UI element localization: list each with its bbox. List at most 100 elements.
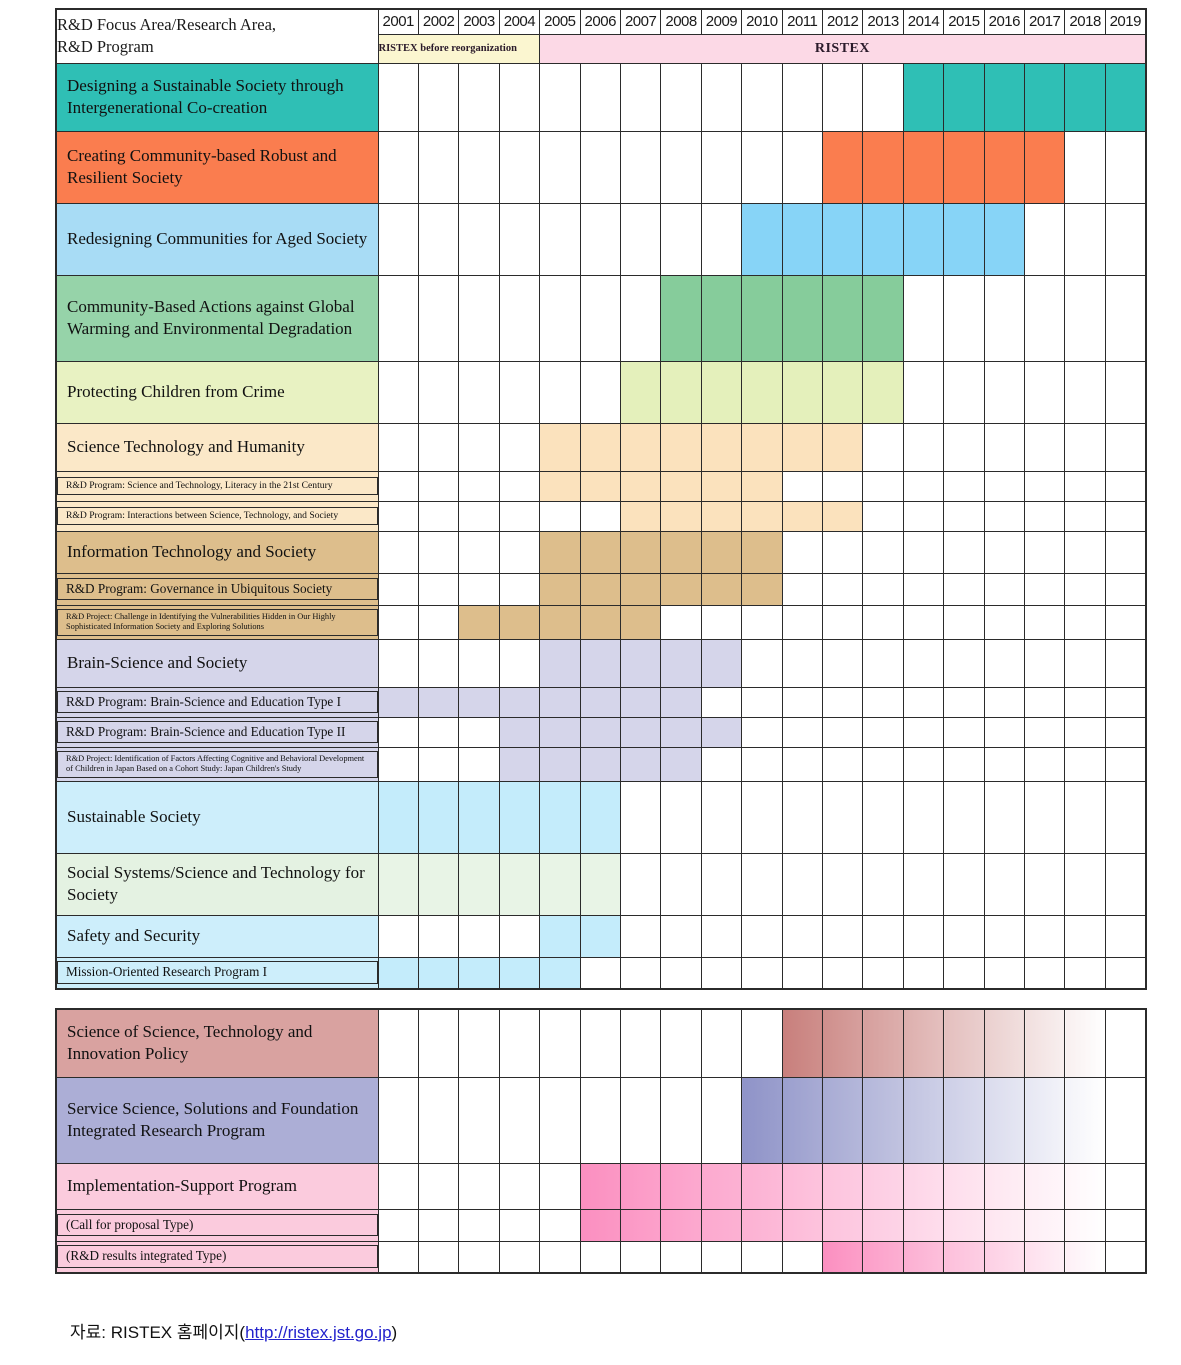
- timeline-cell: [862, 686, 904, 717]
- table-row: Community-Based Actions against Global W…: [55, 274, 1147, 362]
- table-row: (R&D results integrated Type): [55, 1240, 1147, 1274]
- timeline-cell: [902, 716, 945, 747]
- timeline-table-upper: R&D Focus Area/Research Area, R&D Progra…: [55, 8, 1147, 990]
- timeline-cell: [579, 130, 621, 203]
- timeline-cell: [943, 956, 985, 989]
- timeline-cell: [1104, 1076, 1147, 1163]
- table-row: R&D Program: Brain-Science and Education…: [55, 686, 1147, 718]
- timeline-cell-filled: [741, 422, 783, 471]
- timeline-cell-filled: [741, 202, 783, 275]
- timeline-cell: [458, 914, 500, 957]
- timeline-cell: [619, 1240, 662, 1273]
- timeline-cell: [539, 1008, 581, 1077]
- header-year-2012: 2012: [821, 8, 864, 35]
- timeline-cell-filled: [741, 572, 783, 605]
- row-label-cell: (Call for proposal Type): [55, 1208, 379, 1242]
- timeline-cell: [741, 852, 783, 915]
- timeline-cell: [619, 130, 662, 203]
- timeline-cell: [417, 1208, 460, 1241]
- timeline-cell: [781, 852, 823, 915]
- timeline-cell: [700, 852, 743, 915]
- timeline-cell: [943, 686, 985, 717]
- header-year-2019: 2019: [1104, 8, 1147, 35]
- timeline-cell: [417, 1008, 460, 1077]
- timeline-cell-filled: [943, 1076, 985, 1163]
- timeline-cell: [579, 956, 621, 989]
- timeline-cell: [1023, 470, 1066, 501]
- timeline-cell-filled: [377, 956, 419, 989]
- timeline-cell: [1023, 202, 1066, 275]
- timeline-cell-filled: [539, 572, 581, 605]
- timeline-cell: [1023, 852, 1066, 915]
- timeline-cell: [539, 274, 581, 361]
- source-suffix: ): [391, 1323, 398, 1342]
- timeline-cell: [741, 604, 783, 639]
- timeline-cell: [781, 638, 823, 687]
- timeline-cell: [821, 914, 864, 957]
- timeline-cell: [983, 572, 1026, 605]
- timeline-cell: [660, 62, 702, 131]
- timeline-cell: [539, 1208, 581, 1241]
- timeline-cell: [862, 572, 904, 605]
- timeline-cell: [498, 1162, 541, 1209]
- timeline-cell: [1023, 422, 1066, 471]
- timeline-cell: [417, 62, 460, 131]
- header-year-2008: 2008: [660, 8, 702, 35]
- timeline-cell: [862, 422, 904, 471]
- timeline-cell: [417, 572, 460, 605]
- timeline-cell-filled: [741, 274, 783, 361]
- timeline-cell-filled: [539, 604, 581, 639]
- timeline-cell-filled: [539, 914, 581, 957]
- source-url-link[interactable]: http://ristex.jst.go.jp: [245, 1323, 391, 1342]
- timeline-cell-filled: [498, 746, 541, 781]
- row-label-cell: Sustainable Society: [55, 780, 379, 854]
- timeline-cell-filled: [498, 686, 541, 717]
- timeline-cell-filled: [821, 360, 864, 423]
- timeline-cell-filled: [1023, 1240, 1066, 1273]
- timeline-cell-filled: [660, 500, 702, 531]
- timeline-cell: [902, 780, 945, 853]
- header-label-line1: R&D Focus Area/Research Area,: [57, 15, 277, 35]
- timeline-cell: [862, 470, 904, 501]
- timeline-cell: [660, 780, 702, 853]
- timeline-cell: [498, 130, 541, 203]
- timeline-cell-filled: [539, 716, 581, 747]
- timeline-cell-filled: [579, 746, 621, 781]
- timeline-cell: [498, 1208, 541, 1241]
- timeline-cell-filled: [660, 470, 702, 501]
- timeline-cell-filled: [700, 572, 743, 605]
- timeline-cell: [1104, 1162, 1147, 1209]
- header-year-2009: 2009: [700, 8, 743, 35]
- timeline-cell-filled: [862, 1162, 904, 1209]
- timeline-cell: [377, 202, 419, 275]
- timeline-cell-filled: [943, 202, 985, 275]
- timeline-cell-filled: [619, 572, 662, 605]
- timeline-cell: [1023, 956, 1066, 989]
- header-year-2011: 2011: [781, 8, 823, 35]
- timeline-cell: [458, 202, 500, 275]
- timeline-cell-filled: [458, 780, 500, 853]
- timeline-cell-filled: [579, 530, 621, 573]
- timeline-cell: [700, 62, 743, 131]
- timeline-cell: [902, 746, 945, 781]
- timeline-cell: [660, 130, 702, 203]
- timeline-cell: [1064, 422, 1106, 471]
- timeline-cell: [821, 716, 864, 747]
- timeline-cell-filled: [660, 274, 702, 361]
- row-label-text: Community-Based Actions against Global W…: [67, 296, 355, 338]
- timeline-cell-filled: [943, 1008, 985, 1077]
- timeline-cell: [458, 1162, 500, 1209]
- row-label-cell: Information Technology and Society: [55, 530, 379, 574]
- row-label-cell: Safety and Security: [55, 914, 379, 958]
- timeline-cell-filled: [700, 274, 743, 361]
- timeline-cell-filled: [781, 422, 823, 471]
- timeline-cell: [943, 914, 985, 957]
- timeline-cell: [943, 360, 985, 423]
- timeline-cell-filled: [741, 500, 783, 531]
- timeline-cell: [862, 500, 904, 531]
- timeline-cell: [983, 852, 1026, 915]
- timeline-cell: [741, 956, 783, 989]
- timeline-cell: [821, 470, 864, 501]
- timeline-cell: [862, 62, 904, 131]
- table-row: R&D Program: Governance in Ubiquitous So…: [55, 572, 1147, 606]
